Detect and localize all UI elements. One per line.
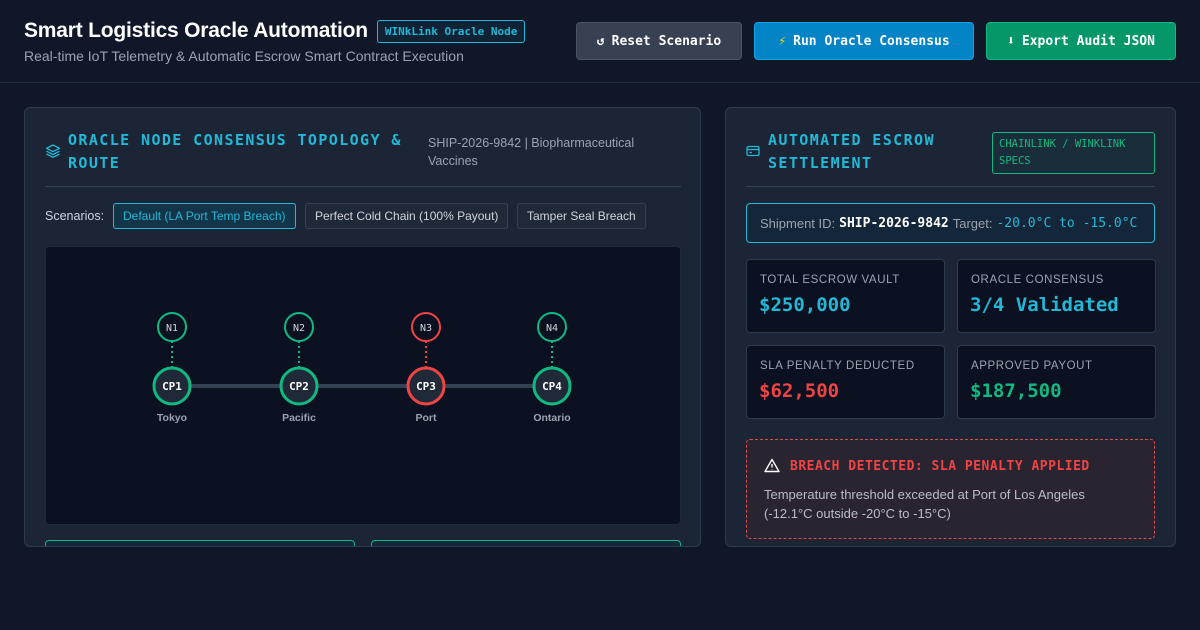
checkpoint-label: CP2 (289, 380, 309, 393)
stat-label: TOTAL ESCROW VAULT (760, 274, 900, 286)
approved-payout-card: APPROVED PAYOUT $187,500 (957, 345, 1156, 419)
scenario-tamper-seal-button[interactable]: Tamper Seal Breach (517, 203, 646, 229)
oracle-node-badge: WINkLink Oracle Node (376, 19, 526, 43)
title-row: Smart Logistics Oracle Automation WINkLi… (24, 19, 526, 43)
chainlink-specs-badge: CHAINLINK / WINKLINK SPECS (992, 132, 1155, 174)
topology-graph: N1 CP1 Tokyo N2 CP2 Pacific N3 CP3 Port N4 CP4 Onta… (152, 312, 572, 424)
reset-scenario-button[interactable]: ↺ Reset Scenario (576, 22, 742, 60)
stat-value: 3/4 Validated (970, 294, 1119, 316)
download-icon: ⬇ (1007, 33, 1015, 49)
oracle-node-label: N3 (420, 323, 432, 334)
run-oracle-consensus-button[interactable]: ⚡ Run Oracle Consensus (754, 22, 974, 60)
app-subtitle: Real-time IoT Telemetry & Automatic Escr… (24, 48, 464, 64)
checkpoint-group-3[interactable]: N3 CP3 Port (406, 312, 446, 424)
specs-badge-line2: SPECS (999, 155, 1031, 167)
checkpoint-group-1[interactable]: N1 CP1 Tokyo (152, 312, 192, 424)
shipment-meta: SHIP-2026-9842 | Biopharmaceutical Vacci… (428, 134, 668, 170)
reset-icon: ↺ (596, 33, 605, 49)
stat-value: $62,500 (759, 380, 840, 402)
warning-icon (764, 458, 780, 473)
escrow-divider (746, 186, 1155, 187)
run-oracle-consensus-label: Run Oracle Consensus (793, 33, 950, 49)
escrow-title-line1: AUTOMATED ESCROW (768, 131, 935, 149)
left-card-stub (45, 540, 355, 546)
topology-panel-title: ORACLE NODE CONSENSUS TOPOLOGY & ROUTE (68, 129, 402, 175)
lightning-icon: ⚡ (778, 33, 787, 49)
topology-canvas: N1 CP1 Tokyo N2 CP2 Pacific N3 CP3 Port N4 CP4 Onta… (45, 246, 681, 525)
escrow-panel: AUTOMATED ESCROW SETTLEMENT CHAINLINK / … (725, 107, 1176, 547)
shipment-meta-line1: SHIP-2026-9842 | Biopharmaceutical (428, 136, 635, 150)
oracle-node-label: N1 (166, 323, 178, 334)
breach-alert: BREACH DETECTED: SLA PENALTY APPLIED Tem… (746, 439, 1155, 539)
breach-line2: (-12.1°C outside -20°C to -15°C) (764, 506, 951, 521)
checkpoint-label: CP3 (416, 380, 436, 393)
stat-label: APPROVED PAYOUT (971, 360, 1093, 372)
stat-label: SLA PENALTY DEDUCTED (760, 360, 915, 372)
stat-label: ORACLE CONSENSUS (971, 274, 1104, 286)
checkpoint-label: CP1 (162, 380, 182, 393)
scenario-perfect-cold-chain-button[interactable]: Perfect Cold Chain (100% Payout) (305, 203, 509, 229)
right-card-stub (371, 540, 681, 546)
shipment-id-value: SHIP-2026-9842 (839, 215, 949, 231)
checkpoint-location: Tokyo (157, 412, 187, 424)
layers-icon (45, 144, 61, 158)
checkpoint-group-4[interactable]: N4 CP4 Ontario (532, 312, 572, 424)
card-icon (746, 145, 760, 157)
checkpoint-location: Pacific (282, 412, 316, 424)
target-range-value: -20.0°C to -15.0°C (996, 215, 1138, 231)
topology-title-line2: ROUTE (68, 154, 121, 172)
target-label: Target: (952, 215, 993, 231)
checkpoint-label: CP4 (542, 380, 562, 393)
export-audit-json-label: Export Audit JSON (1021, 33, 1155, 49)
shipment-meta-line2: Vaccines (428, 154, 478, 168)
app-title: Smart Logistics Oracle Automation (24, 19, 368, 42)
export-audit-json-button[interactable]: ⬇ Export Audit JSON (986, 22, 1176, 60)
checkpoint-location: Port (416, 412, 438, 424)
topology-title-line1: ORACLE NODE CONSENSUS TOPOLOGY & (68, 131, 402, 149)
scenarios-label: Scenarios: (45, 209, 105, 223)
stat-value: $250,000 (759, 294, 851, 316)
topology-divider (45, 186, 681, 187)
reset-scenario-label: Reset Scenario (611, 33, 722, 49)
sla-penalty-card: SLA PENALTY DEDUCTED $62,500 (746, 345, 945, 419)
checkpoint-group-2[interactable]: N2 CP2 Pacific (279, 312, 319, 424)
app-header: Smart Logistics Oracle Automation WINkLi… (0, 0, 1200, 83)
total-escrow-vault-card: TOTAL ESCROW VAULT $250,000 (746, 259, 945, 333)
checkpoint-location: Ontario (533, 412, 570, 424)
topology-panel: ORACLE NODE CONSENSUS TOPOLOGY & ROUTE S… (24, 107, 701, 547)
shipment-id-bar: Shipment ID: SHIP-2026-9842 Target: -20.… (746, 203, 1155, 243)
oracle-node-label: N4 (546, 323, 558, 334)
breach-title: BREACH DETECTED: SLA PENALTY APPLIED (790, 459, 1090, 474)
oracle-consensus-card: ORACLE CONSENSUS 3/4 Validated (957, 259, 1156, 333)
shipment-id-label: Shipment ID: (760, 215, 836, 231)
stat-value: $187,500 (970, 380, 1062, 402)
specs-badge-line1: CHAINLINK / WINKLINK (999, 138, 1126, 150)
breach-description: Temperature threshold exceeded at Port o… (764, 485, 1144, 523)
escrow-title-line2: SETTLEMENT (768, 154, 873, 172)
breach-line1: Temperature threshold exceeded at Port o… (764, 487, 1085, 502)
oracle-node-label: N2 (293, 323, 305, 334)
escrow-panel-title: AUTOMATED ESCROW SETTLEMENT (768, 129, 935, 175)
scenario-default-button[interactable]: Default (LA Port Temp Breach) (113, 203, 296, 229)
